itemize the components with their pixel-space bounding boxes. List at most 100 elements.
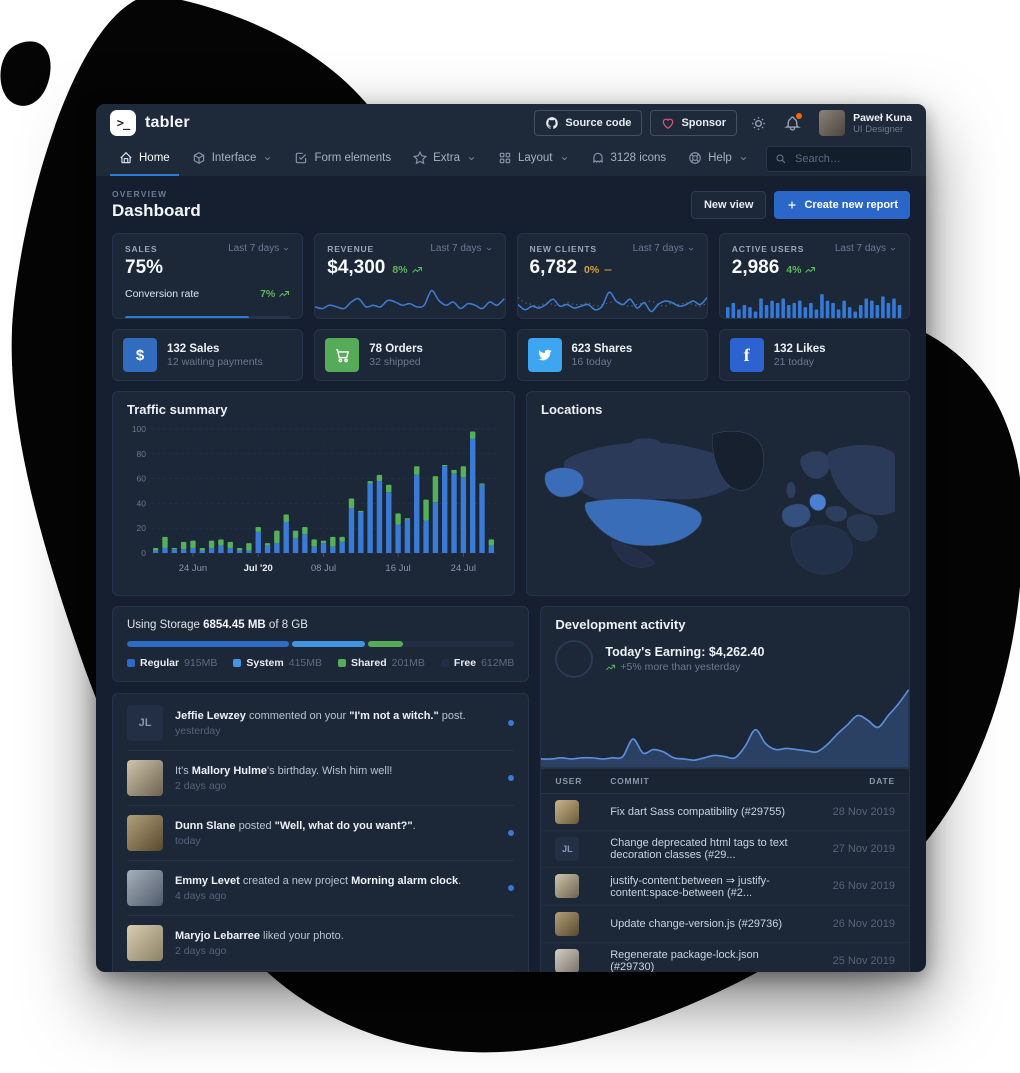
top-navbar: >_ tabler Source code Sponsor Paweł Kuna… [96,104,926,142]
period-dropdown[interactable]: Last 7 days [228,243,290,254]
avatar [555,800,579,824]
star-icon [413,151,427,165]
notification-dot [796,113,802,119]
storage-title: Using Storage 6854.45 MB of 8 GB [127,619,514,631]
legend-swatch [441,659,449,667]
period-dropdown[interactable]: Last 7 days [835,243,897,254]
list-item: JL Jeffie Lewzey commented on your "I'm … [127,696,514,751]
unread-dot [508,720,514,726]
table-row: JL Change deprecated html tags to text d… [541,830,909,867]
avatar [127,815,163,851]
menu-item-layout[interactable]: Layout [489,142,578,176]
layout-grid-icon [498,151,512,165]
mini-card-shares: 623 Shares 16 today [517,329,708,381]
user-menu[interactable]: Paweł Kuna UI Designer [819,110,912,136]
search-box[interactable] [766,146,912,172]
list-item: It's Mallory Hulme's birthday. Wish him … [127,751,514,806]
avatar [555,949,579,972]
search-input[interactable] [793,152,903,166]
conversion-progress [125,316,290,319]
stat-card-active-users: ACTIVE USERS Last 7 days 2,986 4% [719,233,910,319]
chevron-down-icon [263,154,272,163]
stat-value: $4,300 [327,257,385,279]
panel-title: Traffic summary [127,402,500,417]
legend-swatch [127,659,135,667]
svg-text:80: 80 [137,449,147,459]
earning-subtext: +5% more than yesterday [620,661,740,673]
notifications-bell-icon[interactable] [779,110,805,136]
table-row: Update change-version.js (#29736) 26 Nov… [541,905,909,942]
user-avatar [819,110,845,136]
main-menu: Home Interface Form elements Extra Layou… [96,142,926,177]
stat-card-new-clients: NEW CLIENTS Last 7 days 6,782 0% [517,233,708,319]
active-users-bar-chart [720,290,909,318]
svg-text:40: 40 [137,498,147,508]
trending-up-icon [411,264,423,276]
menu-item-form-elements[interactable]: Form elements [285,142,400,176]
sponsor-label: Sponsor [681,117,726,129]
menu-item-help[interactable]: Help [679,142,757,176]
development-activity-card: Development activity Today's Earning: $4… [540,606,910,972]
avatar [127,760,163,796]
menu-item-home[interactable]: Home [110,142,179,176]
activity-feed-card: JL Jeffie Lewzey commented on your "I'm … [112,693,529,972]
avatar [555,912,579,936]
menu-item-icons[interactable]: 3128 icons [582,142,676,176]
page-title: Dashboard [112,201,201,221]
facebook-icon: f [730,338,764,372]
unread-dot [508,775,514,781]
create-new-report-button[interactable]: Create new report [774,191,910,219]
period-dropdown[interactable]: Last 7 days [430,243,492,254]
table-row: justify-content:between ⇒ justify-conten… [541,867,909,905]
source-code-button[interactable]: Source code [534,110,642,136]
stat-card-sales: SALES Last 7 days 75% Conversion rate 7% [112,233,303,319]
list-item: Emmy Levet created a new project Morning… [127,861,514,916]
storage-progress-bar [127,641,514,647]
unread-dot [508,885,514,891]
unread-dot [508,830,514,836]
chevron-down-icon [739,154,748,163]
theme-toggle-sun-icon[interactable] [745,110,771,136]
source-code-label: Source code [565,117,631,129]
storage-card: Using Storage 6854.45 MB of 8 GB Regular… [112,606,529,682]
conversion-label: Conversion rate [125,288,199,300]
stat-label: SALES [125,244,157,254]
commits-table: USER COMMIT DATE Fix dart Sass compatibi… [541,768,909,972]
trending-up-icon [804,264,816,276]
search-icon [775,153,787,165]
earning-value: Today's Earning: $4,262.40 [605,645,764,659]
stat-cards-row: SALES Last 7 days 75% Conversion rate 7%… [112,233,910,319]
stat-value: 2,986 [732,257,780,279]
menu-item-interface[interactable]: Interface [183,142,282,176]
brand-logo[interactable]: >_ tabler [110,110,190,136]
legend-swatch [338,659,346,667]
stat-value: 6,782 [530,257,578,279]
avatar [127,925,163,961]
bottom-row: Using Storage 6854.45 MB of 8 GB Regular… [112,606,910,972]
avatar [127,870,163,906]
period-dropdown[interactable]: Last 7 days [633,243,695,254]
svg-text:24 Jul: 24 Jul [451,563,476,574]
menu-item-extra[interactable]: Extra [404,142,485,176]
minus-icon [602,264,614,276]
stat-value: 75% [125,257,163,279]
avatar-ring [555,640,593,678]
chevron-down-icon [560,154,569,163]
plus-icon [786,199,798,211]
page-pretitle: OVERVIEW [112,189,201,199]
ghost-icon [591,151,605,165]
table-row: Fix dart Sass compatibility (#29755) 28 … [541,793,909,830]
revenue-sparkline-chart [315,286,504,318]
stat-label: NEW CLIENTS [530,244,597,254]
legend-swatch [233,659,241,667]
page-header: OVERVIEW Dashboard New view Create new r… [112,189,910,221]
home-icon [119,151,133,165]
stat-label: REVENUE [327,244,374,254]
new-view-button[interactable]: New view [691,191,767,219]
traffic-summary-chart: 02040608010024 JunJul '2008 Jul16 Jul24 … [127,421,500,579]
svg-text:0: 0 [141,548,146,558]
list-item: Maryjo Lebarree liked your photo. 2 days… [127,916,514,971]
sponsor-button[interactable]: Sponsor [650,110,737,136]
heart-icon [661,116,675,130]
avatar: JL [555,837,579,861]
